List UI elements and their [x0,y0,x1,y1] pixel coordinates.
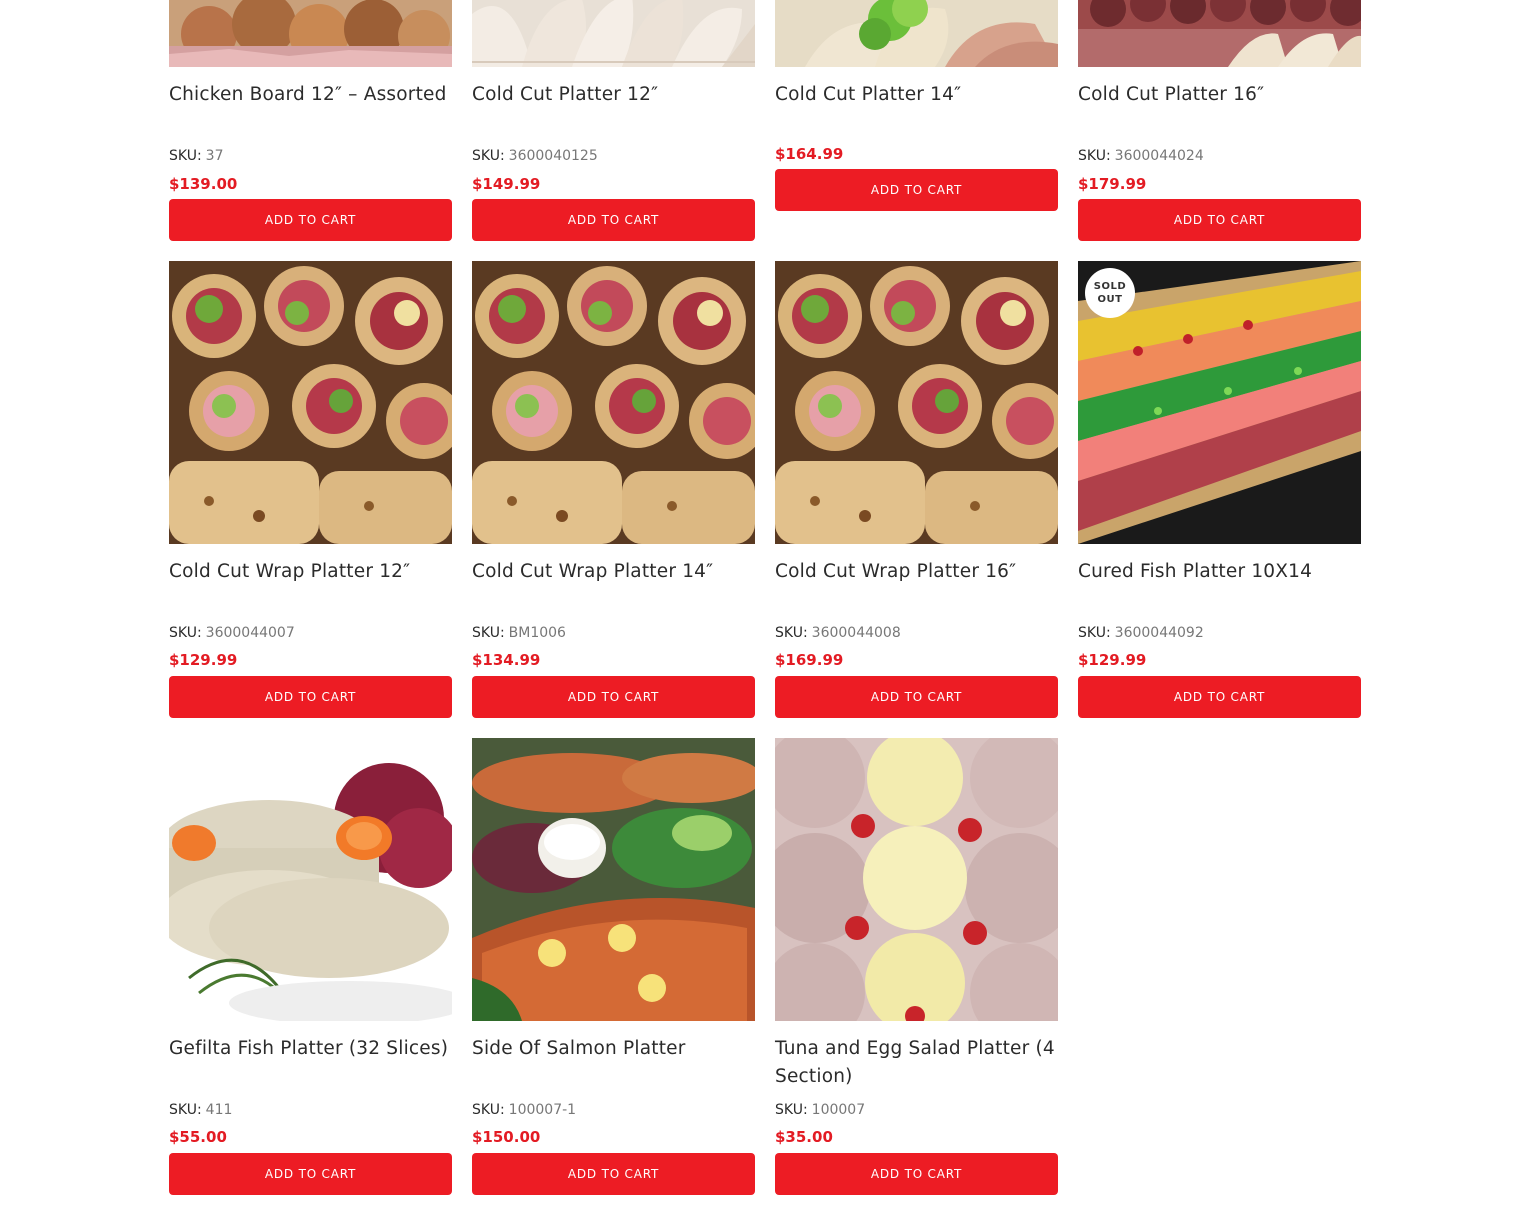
sku-value: 100007-1 [508,1102,577,1118]
sku-value: 100007 [811,1102,866,1118]
product-sku: SKU: 37 [169,148,223,164]
product-title[interactable]: Tuna and Egg Salad Platter (4 Section) [775,1035,1065,1091]
add-to-cart-button[interactable]: ADD TO CART [472,1153,755,1195]
product-sku: SKU: BM1006 [472,625,566,641]
sku-value: BM1006 [508,625,566,641]
product-title[interactable]: Gefilta Fish Platter (32 Slices) [169,1035,459,1063]
product-image[interactable] [775,738,1058,1021]
product-title[interactable]: Cold Cut Platter 12″ [472,81,762,109]
sku-value: 3600044092 [1114,625,1204,641]
add-to-cart-button[interactable]: ADD TO CART [472,199,755,241]
sku-label: SKU: [472,148,505,164]
sku-value: 3600040125 [508,148,598,164]
add-to-cart-button[interactable]: ADD TO CART [472,676,755,718]
product-title[interactable]: Cold Cut Wrap Platter 12″ [169,558,459,586]
sku-label: SKU: [169,1102,202,1118]
sku-value: 3600044007 [205,625,295,641]
product-sku: SKU: 100007-1 [472,1102,576,1118]
sold-out-badge: SOLD OUT [1085,268,1135,318]
sku-label: SKU: [775,1102,808,1118]
product-grid: Chicken Board 12″ – Assorted SKU: 37 $139… [0,0,1530,1215]
product-sku: SKU: 3600040125 [472,148,598,164]
product-sku: SKU: 3600044092 [1078,625,1204,641]
sku-value: 3600044024 [1114,148,1204,164]
product-image[interactable] [1078,0,1361,67]
product-sku: SKU: 3600044007 [169,625,295,641]
add-to-cart-button[interactable]: ADD TO CART [169,1153,452,1195]
add-to-cart-button[interactable]: ADD TO CART [775,676,1058,718]
product-title[interactable]: Cold Cut Platter 14″ [775,81,1065,109]
product-price: $35.00 [775,1128,833,1146]
sku-label: SKU: [169,625,202,641]
badge-line-2: OUT [1097,294,1123,305]
product-title[interactable]: Side Of Salmon Platter [472,1035,762,1063]
sku-value: 37 [205,148,224,164]
add-to-cart-button[interactable]: ADD TO CART [775,1153,1058,1195]
product-title[interactable]: Cold Cut Wrap Platter 14″ [472,558,762,586]
badge-line-1: SOLD [1093,281,1127,292]
sku-label: SKU: [1078,625,1111,641]
sku-value: 3600044008 [811,625,901,641]
product-sku: SKU: 3600044024 [1078,148,1204,164]
add-to-cart-button[interactable]: ADD TO CART [775,169,1058,211]
product-price: $129.99 [1078,651,1147,669]
sku-label: SKU: [775,625,808,641]
sku-label: SKU: [1078,148,1111,164]
add-to-cart-button[interactable]: ADD TO CART [1078,199,1361,241]
product-image[interactable] [169,261,452,544]
product-image[interactable] [472,0,755,67]
product-title[interactable]: Chicken Board 12″ – Assorted [169,81,459,109]
product-price: $134.99 [472,651,541,669]
product-price: $149.99 [472,175,541,193]
product-sku: SKU: 100007 [775,1102,865,1118]
product-title[interactable]: Cured Fish Platter 10X14 [1078,558,1368,586]
sku-value: 411 [205,1102,233,1118]
sku-label: SKU: [169,148,202,164]
product-price: $179.99 [1078,175,1147,193]
product-price: $150.00 [472,1128,541,1146]
product-image[interactable] [775,261,1058,544]
product-price: $169.99 [775,651,844,669]
product-price: $129.99 [169,651,238,669]
product-sku: SKU: 3600044008 [775,625,901,641]
product-image[interactable] [472,261,755,544]
add-to-cart-button[interactable]: ADD TO CART [169,199,452,241]
product-price: $164.99 [775,145,844,163]
sku-label: SKU: [472,1102,505,1118]
product-image[interactable] [169,0,452,67]
product-image[interactable]: SOLD OUT [1078,261,1361,544]
product-title[interactable]: Cold Cut Platter 16″ [1078,81,1368,109]
add-to-cart-button[interactable]: ADD TO CART [169,676,452,718]
product-image[interactable] [775,0,1058,67]
product-image[interactable] [169,738,452,1021]
product-price: $139.00 [169,175,238,193]
product-image[interactable] [472,738,755,1021]
product-price: $55.00 [169,1128,227,1146]
product-title[interactable]: Cold Cut Wrap Platter 16″ [775,558,1065,586]
sku-label: SKU: [472,625,505,641]
add-to-cart-button[interactable]: ADD TO CART [1078,676,1361,718]
product-sku: SKU: 411 [169,1102,232,1118]
